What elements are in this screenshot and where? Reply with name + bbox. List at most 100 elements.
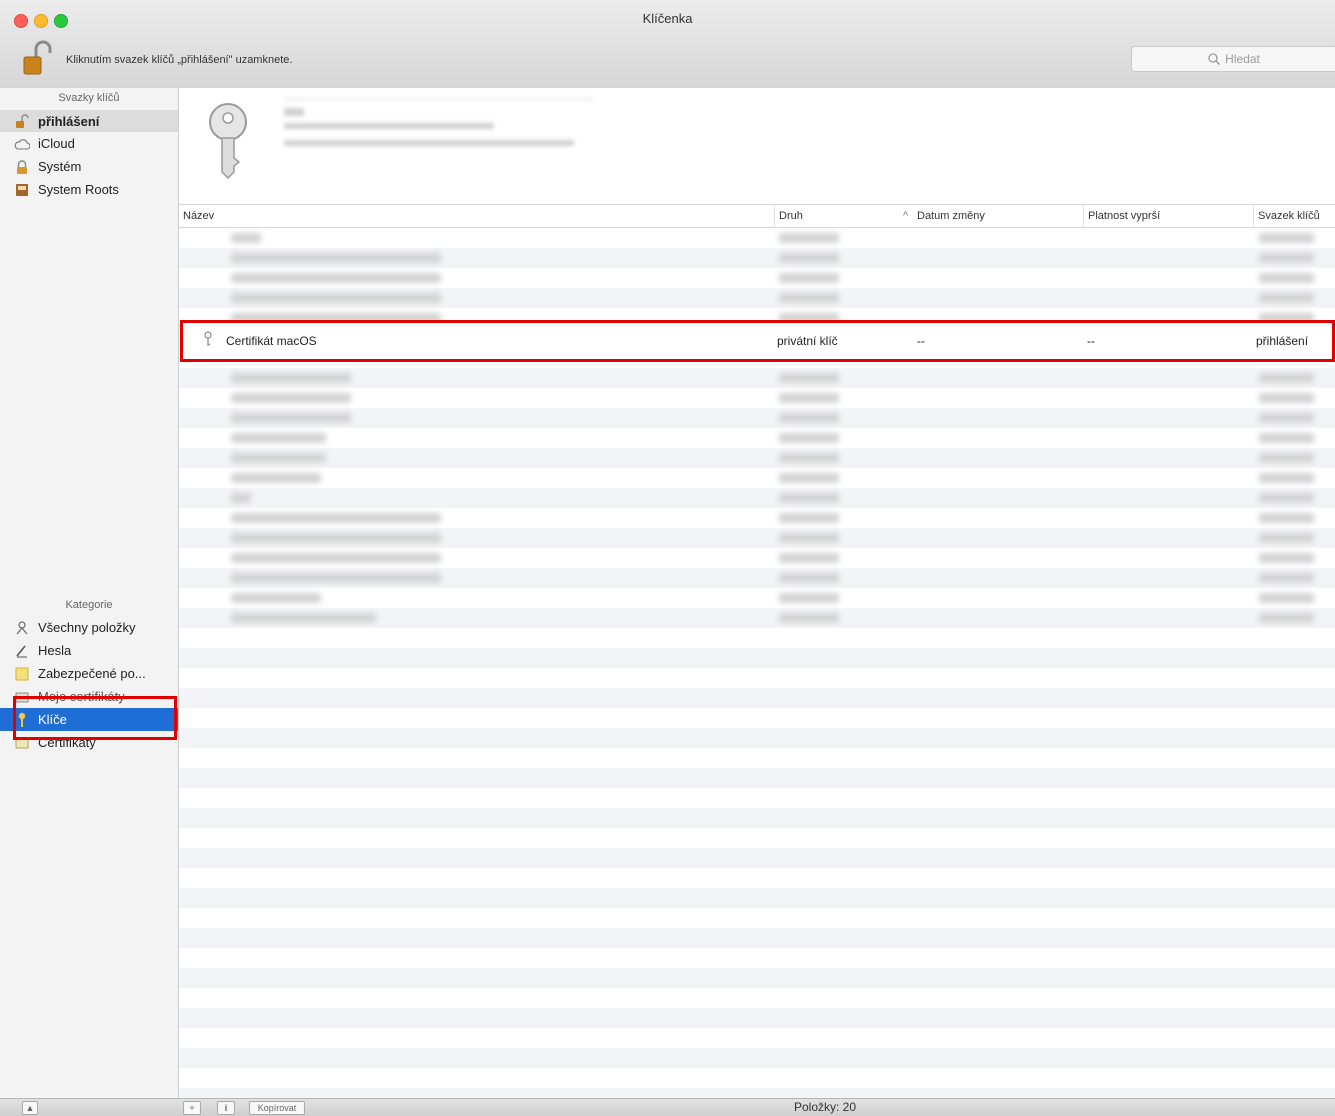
table-row[interactable] <box>179 868 1335 888</box>
column-header-modified[interactable]: Datum změny <box>913 205 1083 227</box>
table-row[interactable] <box>179 788 1335 808</box>
table-row[interactable] <box>179 608 1335 628</box>
table-row[interactable] <box>179 668 1335 688</box>
table-row[interactable] <box>179 848 1335 868</box>
blurred-cell <box>231 513 441 523</box>
blurred-cell <box>1259 513 1314 523</box>
blurred-detail-info <box>284 140 574 146</box>
blurred-cell <box>231 533 441 543</box>
cloud-icon <box>14 136 30 152</box>
lock-message: Kliknutím svazek klíčů „přihlášení" uzam… <box>66 54 293 66</box>
table-row[interactable] <box>179 388 1335 408</box>
category-certificates[interactable]: Certifikáty <box>0 731 178 754</box>
table-row[interactable] <box>179 1068 1335 1088</box>
table-row[interactable] <box>179 368 1335 388</box>
sidebar-item-system-roots[interactable]: System Roots <box>0 178 178 201</box>
table-header: Název Druh ^ Datum změny Platnost vyprší… <box>179 205 1335 228</box>
sidebar-item-login[interactable]: přihlášení <box>0 110 178 132</box>
category-keys[interactable]: Klíče <box>0 708 178 731</box>
sidebar-item-label: iCloud <box>38 136 75 151</box>
open-lock-icon[interactable] <box>22 40 52 79</box>
pencil-icon <box>14 643 30 659</box>
sidebar-item-label: Moje certifikáty <box>38 689 125 704</box>
column-header-keychain[interactable]: Svazek klíčů <box>1253 205 1335 227</box>
table-row[interactable] <box>179 988 1335 1008</box>
table-row[interactable] <box>179 928 1335 948</box>
table-row[interactable] <box>179 708 1335 728</box>
table-row[interactable] <box>179 488 1335 508</box>
sidebar-item-label: System Roots <box>38 182 119 197</box>
blurred-cell <box>779 273 839 283</box>
all-items-icon <box>14 620 30 636</box>
table-row[interactable] <box>179 908 1335 928</box>
table-row[interactable] <box>179 1088 1335 1098</box>
table-row[interactable] <box>179 568 1335 588</box>
table-row[interactable] <box>179 508 1335 528</box>
blurred-cell <box>779 593 839 603</box>
blurred-detail-kind <box>284 123 494 129</box>
table-row[interactable] <box>179 548 1335 568</box>
blurred-cell <box>231 493 251 503</box>
bottom-bar: ▲ + i Kopírovat Položky: 20 <box>0 1098 1335 1116</box>
table-row[interactable] <box>179 448 1335 468</box>
keychains-header: Svazky klíčů <box>58 92 120 104</box>
table-row[interactable] <box>179 228 1335 248</box>
blurred-cell <box>1259 373 1314 383</box>
table-row[interactable] <box>179 648 1335 668</box>
table-row[interactable] <box>179 1008 1335 1028</box>
table-row[interactable] <box>179 428 1335 448</box>
items-table: Název Druh ^ Datum změny Platnost vyprší… <box>179 205 1335 1098</box>
table-row[interactable] <box>179 628 1335 648</box>
table-row[interactable] <box>179 948 1335 968</box>
table-row[interactable] <box>179 288 1335 308</box>
category-passwords[interactable]: Hesla <box>0 639 178 662</box>
blurred-cell <box>1259 493 1314 503</box>
column-header-expires[interactable]: Platnost vyprší <box>1083 205 1253 227</box>
table-row[interactable] <box>179 768 1335 788</box>
blurred-detail-name <box>284 108 304 116</box>
blurred-cell <box>779 433 839 443</box>
sidebar-item-label: Klíče <box>38 712 67 727</box>
items-count: Položky: 20 <box>793 1100 857 1114</box>
table-row[interactable] <box>179 688 1335 708</box>
item-detail-header <box>179 88 1335 205</box>
blurred-cell <box>779 393 839 403</box>
blurred-cell <box>779 473 839 483</box>
blurred-cell <box>779 373 839 383</box>
table-row[interactable] <box>179 748 1335 768</box>
blurred-cell <box>1259 273 1314 283</box>
large-key-icon <box>203 100 253 183</box>
blurred-cell <box>231 393 351 403</box>
table-row[interactable] <box>179 828 1335 848</box>
blurred-cell <box>231 433 326 443</box>
column-header-name[interactable]: Název <box>179 205 774 227</box>
column-header-kind[interactable]: Druh <box>774 205 899 227</box>
category-all-items[interactable]: Všechny položky <box>0 616 178 639</box>
table-row[interactable] <box>179 268 1335 288</box>
search-field[interactable]: Hledat <box>1131 46 1335 72</box>
search-placeholder: Hledat <box>1225 52 1260 66</box>
table-row[interactable] <box>179 468 1335 488</box>
category-my-certificates[interactable]: Moje certifikáty <box>0 685 178 708</box>
my-cert-icon <box>14 689 30 705</box>
cert-icon <box>14 735 30 751</box>
sidebar-item-label: Hesla <box>38 643 72 658</box>
sidebar-item-icloud[interactable]: iCloud <box>0 132 178 155</box>
table-row[interactable] <box>179 528 1335 548</box>
table-row[interactable] <box>179 588 1335 608</box>
blurred-cell <box>779 573 839 583</box>
sidebar-item-system[interactable]: Systém <box>0 155 178 178</box>
table-row[interactable] <box>179 808 1335 828</box>
table-row[interactable] <box>179 728 1335 748</box>
table-row[interactable] <box>179 1048 1335 1068</box>
blurred-cell <box>779 233 839 243</box>
table-row[interactable] <box>179 968 1335 988</box>
table-row[interactable] <box>179 248 1335 268</box>
blurred-cell <box>231 613 376 623</box>
table-row[interactable] <box>179 408 1335 428</box>
search-icon <box>1208 53 1221 65</box>
table-row[interactable] <box>179 1028 1335 1048</box>
table-row[interactable] <box>179 888 1335 908</box>
category-secure-notes[interactable]: Zabezpečené po... <box>0 662 178 685</box>
table-row-certificate-macos[interactable]: Certifikát macOS privátní klíč -- -- při… <box>179 321 1335 361</box>
